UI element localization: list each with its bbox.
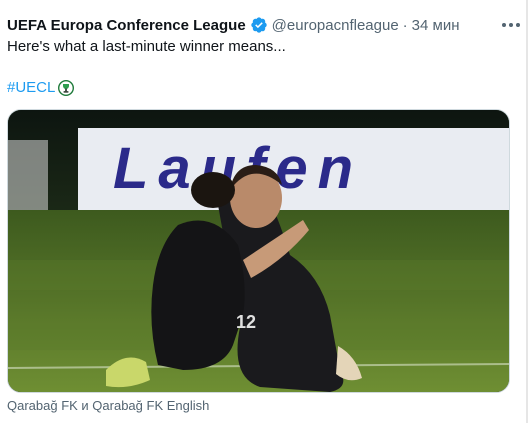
more-dot xyxy=(516,23,520,27)
more-options-icon xyxy=(502,23,506,27)
verified-badge-icon xyxy=(250,16,268,34)
author-handle[interactable]: @europacnfleague xyxy=(272,17,399,34)
separator-dot: · xyxy=(402,16,408,34)
tweet-card[interactable]: UEFA Europa Conference League @europacnf… xyxy=(0,0,528,423)
hashtag-link[interactable]: #UECL xyxy=(7,79,55,96)
tagged-users[interactable]: Qarabağ FK и Qarabağ FK English xyxy=(7,398,209,413)
tweet-timestamp[interactable]: 34 мин xyxy=(412,17,460,34)
tweet-header: UEFA Europa Conference League @europacnf… xyxy=(7,14,520,36)
more-dot xyxy=(509,23,513,27)
author-name[interactable]: UEFA Europa Conference League xyxy=(7,17,246,34)
uecl-trophy-icon xyxy=(58,79,75,96)
more-options-button[interactable] xyxy=(500,16,522,34)
tweet-media-photo[interactable]: Laufen 12 xyxy=(7,109,510,393)
shirt-number: 12 xyxy=(236,312,256,332)
tagged-users-text[interactable]: Qarabağ FK и Qarabağ FK English xyxy=(7,398,209,413)
hashtag-row: #UECL xyxy=(7,79,75,96)
tweet-text: Here's what a last-minute winner means..… xyxy=(7,38,286,55)
